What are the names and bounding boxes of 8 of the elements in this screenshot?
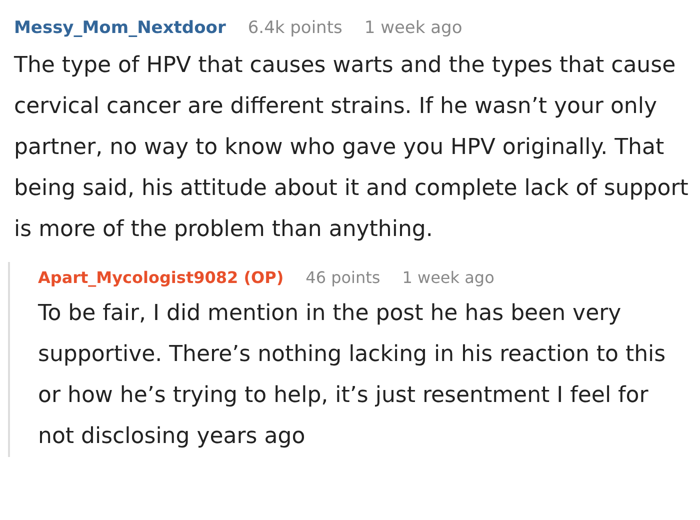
timestamp: 1 week ago xyxy=(402,268,494,287)
points-count: 46 points xyxy=(306,268,380,287)
username[interactable]: Messy_Mom_Nextdoor xyxy=(14,18,226,38)
comment-text: The type of HPV that causes warts and the types that cause cervical cancer are different strains. If he wasn’t your only partner, no way to know who gave you HPV originally. That being said, his attitude about it and complete lack of support is more of the problem than anything. xyxy=(14,52,690,244)
points-count: 6.4k points xyxy=(248,18,342,38)
timestamp: 1 week ago xyxy=(364,18,462,38)
username[interactable]: Apart_Mycologist9082 (OP) xyxy=(38,268,284,287)
comment-text: To be fair, I did mention in the post he has been very supportive. There’s nothing lacking in his reaction to this or how he’s trying to help, it’s just resentment I feel for not disclosing years ago xyxy=(38,300,667,451)
